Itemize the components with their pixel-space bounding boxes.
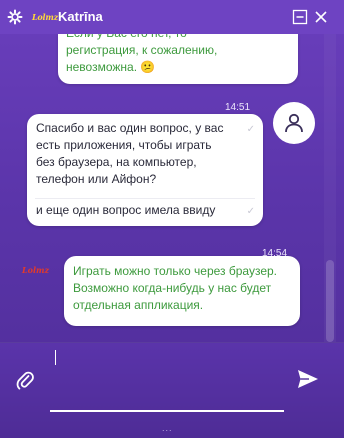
message-input[interactable] [50,410,284,412]
minimize-icon[interactable] [292,9,308,25]
message-line: и еще один вопрос имела ввиду [36,203,216,217]
message-list[interactable]: Если у Вас его нет, то регистрация, к со… [0,34,344,342]
agent-logo: Lolmz [22,265,50,275]
send-icon[interactable] [297,369,319,389]
message-line: Играть можно только через браузер. [73,264,278,278]
text-cursor[interactable] [55,350,56,365]
message-line: Возможно когда-нибудь у нас будет [73,281,272,295]
chat-widget: Lolmz Katrīna Если у Вас его нет, то рег… [0,0,344,438]
read-check-icon: ✓ [246,124,255,135]
user-icon [285,113,303,133]
message-line: телефон или Айфон? [36,172,157,186]
agent-name: Katrīna [58,9,103,24]
agent-message-bubble: Если у Вас его нет, то регистрация, к со… [58,34,298,84]
read-check-icon: ✓ [246,206,255,217]
message-line: Спасибо и вас один вопрос, у вас [36,121,224,135]
message-line: невозможна. 😕 [66,60,156,74]
scrollbar-thumb[interactable] [326,260,334,342]
user-message-bubble: Спасибо и вас один вопрос, у вас есть пр… [27,114,263,226]
message-time: 14:51 [225,102,251,113]
message-line: регистрация, к сожалению, [66,43,218,57]
chat-header: Lolmz Katrīna [0,0,344,34]
scrollbar[interactable] [324,34,336,342]
message-line: без браузера, на компьютер, [36,155,197,169]
agent-message-bubble: Играть можно только через браузер. Возмо… [64,256,300,326]
message-composer: ... [0,342,344,438]
close-icon[interactable] [313,9,329,25]
gear-icon[interactable] [7,9,23,25]
paperclip-icon[interactable] [16,370,34,390]
resize-grip[interactable]: ... [162,423,173,433]
brand-logo: Lolmz [32,12,59,22]
divider [35,198,255,199]
message-line: отдельная аппликация. [73,298,204,312]
message-line: Если у Вас его нет, то [66,34,290,42]
message-line: есть приложения, чтобы играть [36,138,212,152]
avatar [273,102,315,144]
